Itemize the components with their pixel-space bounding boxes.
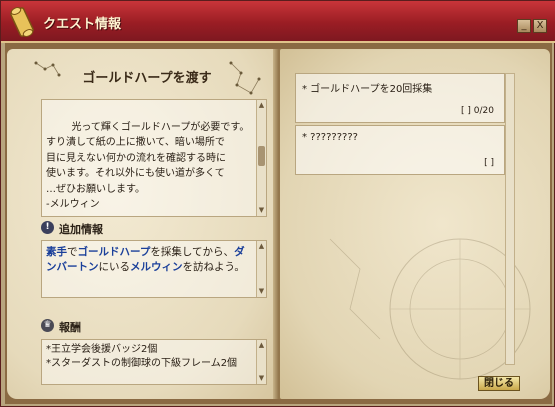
objective-title: * ?????????: [302, 132, 358, 143]
info-heading: 追加情報: [59, 223, 103, 236]
scroll-icon: [10, 7, 34, 37]
objectives-scrollbar[interactable]: [505, 73, 515, 365]
objective-progress: [ ]: [484, 158, 494, 168]
reward-list: *王立学会後援バッジ2個 *スターダストの制御球の下級フレーム2個 ▲ ▼: [41, 339, 267, 385]
minimize-button[interactable]: _: [517, 19, 531, 33]
reward-item: *スターダストの制御球の下級フレーム2個: [46, 358, 238, 369]
scroll-down-icon[interactable]: ▼: [257, 206, 266, 215]
description-scrollbar[interactable]: ▲ ▼: [256, 100, 266, 216]
scroll-up-icon[interactable]: ▲: [257, 341, 266, 350]
quest-info-window: クエスト情報 _ X ゴールドハープを渡す 光って輝くゴールドハープが必要です。…: [0, 0, 555, 407]
scroll-up-icon[interactable]: ▲: [257, 101, 266, 110]
scroll-up-icon[interactable]: ▲: [257, 242, 266, 251]
info-text-segment: にいる: [98, 261, 131, 273]
quest-description: 光って輝くゴールドハープが必要です。 すり潰して紙の上に撒いて、暗い場所で 目に…: [41, 99, 267, 217]
left-page: ゴールドハープを渡す 光って輝くゴールドハープが必要です。 すり潰して紙の上に撒…: [7, 49, 277, 399]
window-title: クエスト情報: [43, 17, 122, 32]
info-text-segment: で: [67, 246, 78, 258]
close-button[interactable]: 閉じる: [478, 376, 520, 391]
objective-item[interactable]: * ゴールドハープを20回採集 [ ] 0/20: [295, 73, 505, 123]
reward-heading: 報酬: [59, 321, 81, 334]
info-text: 素手でゴールドハープを採集してから、ダンバートンにいるメルウィンを訪ねよう。: [46, 246, 245, 273]
objective-title: * ゴールドハープを20回採集: [302, 84, 433, 95]
objective-item[interactable]: * ????????? [ ]: [295, 125, 505, 175]
highlighted-keyword: 素手: [46, 246, 67, 258]
close-window-button[interactable]: X: [533, 19, 547, 33]
reward-scrollbar[interactable]: ▲ ▼: [256, 340, 266, 384]
reward-item: *王立学会後援バッジ2個: [46, 344, 158, 355]
highlighted-keyword: メルウィン: [130, 261, 183, 273]
info-text-segment: を訪ねよう。: [182, 261, 245, 273]
scroll-thumb[interactable]: [258, 146, 265, 166]
objective-progress: [ ] 0/20: [461, 106, 494, 116]
info-icon: !: [41, 221, 54, 234]
info-scrollbar[interactable]: ▲ ▼: [256, 241, 266, 297]
additional-info: 素手でゴールドハープを採集してから、ダンバートンにいるメルウィンを訪ねよう。 ▲…: [41, 240, 267, 298]
highlighted-keyword: ゴールドハープ: [77, 246, 151, 258]
constellation-icon: [229, 61, 261, 95]
scroll-down-icon[interactable]: ▼: [257, 374, 266, 383]
title-bar[interactable]: クエスト情報 _ X: [1, 1, 555, 43]
trophy-icon: ♛: [41, 319, 54, 332]
info-text-segment: を採集してから、: [150, 246, 235, 258]
scroll-down-icon[interactable]: ▼: [257, 287, 266, 296]
quest-title: ゴールドハープを渡す: [82, 71, 212, 86]
description-text: 光って輝くゴールドハープが必要です。 すり潰して紙の上に撒いて、暗い場所で 目に…: [46, 121, 250, 211]
